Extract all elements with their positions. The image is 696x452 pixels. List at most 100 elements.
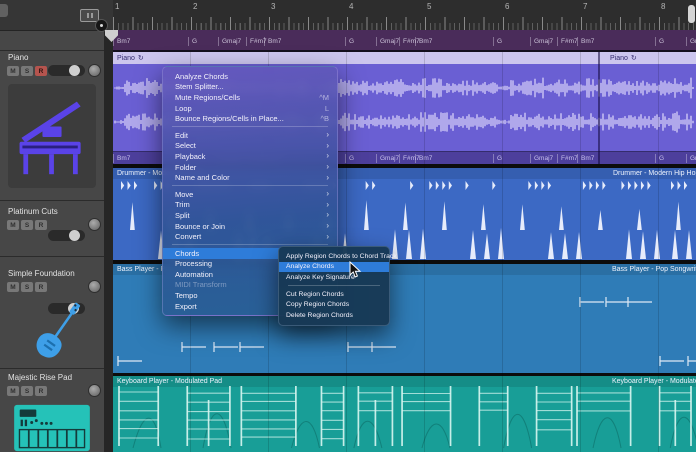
record-enable-button[interactable]: R xyxy=(35,386,47,396)
menu-item-convert[interactable]: Convert› xyxy=(163,231,337,242)
menu-item-label: Cut Region Chords xyxy=(286,291,384,298)
chord-label[interactable]: G xyxy=(655,37,664,46)
menu-item-label: Analyze Chords xyxy=(175,72,329,81)
chord-label[interactable]: Gmaj7 xyxy=(530,37,553,46)
chord-label[interactable]: Bm7 xyxy=(577,37,594,46)
menu-item-analyze-chords[interactable]: Analyze Chords xyxy=(163,71,337,82)
pan-knob[interactable] xyxy=(88,218,101,231)
menu-item-playback[interactable]: Playback› xyxy=(163,151,337,162)
menu-item-move[interactable]: Move› xyxy=(163,189,337,200)
bar-number: 3 xyxy=(271,2,275,11)
synth-keyboard-icon xyxy=(12,404,92,452)
pan-knob[interactable] xyxy=(88,280,101,293)
submenu-arrow-icon: › xyxy=(326,142,329,150)
menu-item-label: Split xyxy=(175,211,318,220)
menu-item-loop[interactable]: LoopL xyxy=(163,103,337,114)
menu-item-label: Bounce Regions/Cells in Place... xyxy=(175,114,312,123)
mute-button[interactable]: M xyxy=(7,282,19,292)
bass-guitar-icon xyxy=(20,294,88,368)
divider xyxy=(0,256,104,257)
menu-item-bounce-or-join[interactable]: Bounce or Join› xyxy=(163,221,337,232)
grand-piano-icon xyxy=(10,88,94,184)
divider xyxy=(0,50,104,51)
piano-region-name: Piano↻ xyxy=(117,54,144,62)
bar-gridline xyxy=(502,52,503,452)
menu-item-name-and-color[interactable]: Name and Color› xyxy=(163,172,337,183)
submenu-arrow-icon: › xyxy=(326,222,329,230)
menu-item-label: Folder xyxy=(175,163,318,172)
menu-item-analyze-chords[interactable]: Analyze Chords xyxy=(279,262,389,273)
submenu-arrow-icon: › xyxy=(326,190,329,198)
record-enable-button[interactable]: R xyxy=(35,220,47,230)
chord-track[interactable]: Bm7GGmaj7F#m7Bm7GGmaj7F#m7Bm7GGmaj7F#m7B… xyxy=(113,30,696,52)
volume-slider[interactable] xyxy=(48,65,85,76)
bar-number: 6 xyxy=(505,2,509,11)
solo-button[interactable]: S xyxy=(21,282,33,292)
chords-submenu-items: Apply Region Chords to Chord TrackAnalyz… xyxy=(279,251,389,321)
menu-item-folder[interactable]: Folder › xyxy=(163,162,337,173)
submenu-arrow-icon: › xyxy=(326,233,329,241)
menu-separator xyxy=(288,285,380,286)
mute-button[interactable]: M xyxy=(7,386,19,396)
menu-item-shortcut: ^M xyxy=(319,93,329,102)
menu-item-analyze-key-signature[interactable]: Analyze Key Signature xyxy=(279,272,389,283)
menu-item-mute-regions-cells[interactable]: Mute Regions/Cells^M xyxy=(163,92,337,103)
loop-icon: ↻ xyxy=(138,55,144,62)
panel-divider[interactable] xyxy=(104,30,113,452)
keyboard-track-lane[interactable]: Keyboard Player - Modulated Pad Keyboard… xyxy=(113,376,696,452)
chord-label[interactable]: G xyxy=(188,37,197,46)
track-controls: M S R xyxy=(7,282,47,292)
track-name: Piano xyxy=(8,53,28,62)
menu-item-copy-region-chords[interactable]: Copy Region Chords xyxy=(279,299,389,310)
menu-item-bounce-regions-cells-in-place[interactable]: Bounce Regions/Cells in Place...^B xyxy=(163,113,337,124)
mute-button[interactable]: M xyxy=(7,66,19,76)
pan-knob[interactable] xyxy=(88,384,101,397)
submenu-arrow-icon: › xyxy=(326,201,329,209)
submenu-arrow-icon: › xyxy=(326,211,329,219)
menu-item-delete-region-chords[interactable]: Delete Region Chords xyxy=(279,310,389,321)
record-enable-button[interactable]: R xyxy=(35,282,47,292)
chord-label[interactable]: Bm7 xyxy=(415,37,432,46)
piano-region-header[interactable]: Piano↻ Piano↻ xyxy=(113,52,696,64)
chord-label[interactable]: G xyxy=(493,37,502,46)
menu-item-edit[interactable]: Edit› xyxy=(163,130,337,141)
chord-label: Gmaj7 xyxy=(686,154,696,163)
chord-label[interactable]: F#m7 xyxy=(557,37,578,46)
bar-number: 1 xyxy=(115,2,119,11)
scroll-handle[interactable] xyxy=(688,5,695,23)
menu-item-stem-splitter[interactable]: Stem Splitter... xyxy=(163,82,337,93)
track-header-panel: Piano M S R xyxy=(0,0,113,452)
chord-label[interactable]: Gmaj7 xyxy=(218,37,241,46)
record-enable-button[interactable]: R xyxy=(35,66,47,76)
control-bar-button[interactable] xyxy=(0,4,8,17)
menu-item-select[interactable]: Select › xyxy=(163,141,337,152)
menu-separator xyxy=(172,185,328,186)
pan-knob[interactable] xyxy=(88,64,101,77)
chord-label[interactable]: Bm7 xyxy=(264,37,281,46)
track-header-majestic-rise-pad[interactable]: Majestic Rise Pad M S R xyxy=(0,33,113,44)
solo-button[interactable]: S xyxy=(21,220,33,230)
submenu-arrow-icon: › xyxy=(326,163,329,171)
menu-item-apply-region-chords-to-chord-track[interactable]: Apply Region Chords to Chord Track xyxy=(279,251,389,262)
chord-label[interactable]: G xyxy=(345,37,354,46)
bar-number: 8 xyxy=(661,2,665,11)
menu-item-trim[interactable]: Trim› xyxy=(163,200,337,211)
menu-item-split[interactable]: Split › xyxy=(163,210,337,221)
chord-label: F#m7 xyxy=(557,154,578,163)
chord-label[interactable]: Bm7 xyxy=(113,37,130,46)
piano-region-name: Piano↻ xyxy=(610,54,637,62)
menu-item-cut-region-chords[interactable]: Cut Region Chords xyxy=(279,289,389,300)
menu-item-label: Stem Splitter... xyxy=(175,82,329,91)
track-controls: M S R xyxy=(7,220,47,230)
chord-label[interactable]: Gmaj7 xyxy=(376,37,399,46)
mute-button[interactable]: M xyxy=(7,220,19,230)
menu-item-label: Select xyxy=(175,141,318,150)
bar-gridline xyxy=(658,52,659,452)
solo-button[interactable]: S xyxy=(21,66,33,76)
volume-slider[interactable] xyxy=(48,230,85,241)
solo-button[interactable]: S xyxy=(21,386,33,396)
submenu-arrow-icon: › xyxy=(326,174,329,182)
menu-item-label: Edit xyxy=(175,131,318,140)
track-name: Majestic Rise Pad xyxy=(8,373,72,382)
chord-label[interactable]: Gmaj7 xyxy=(686,37,696,46)
